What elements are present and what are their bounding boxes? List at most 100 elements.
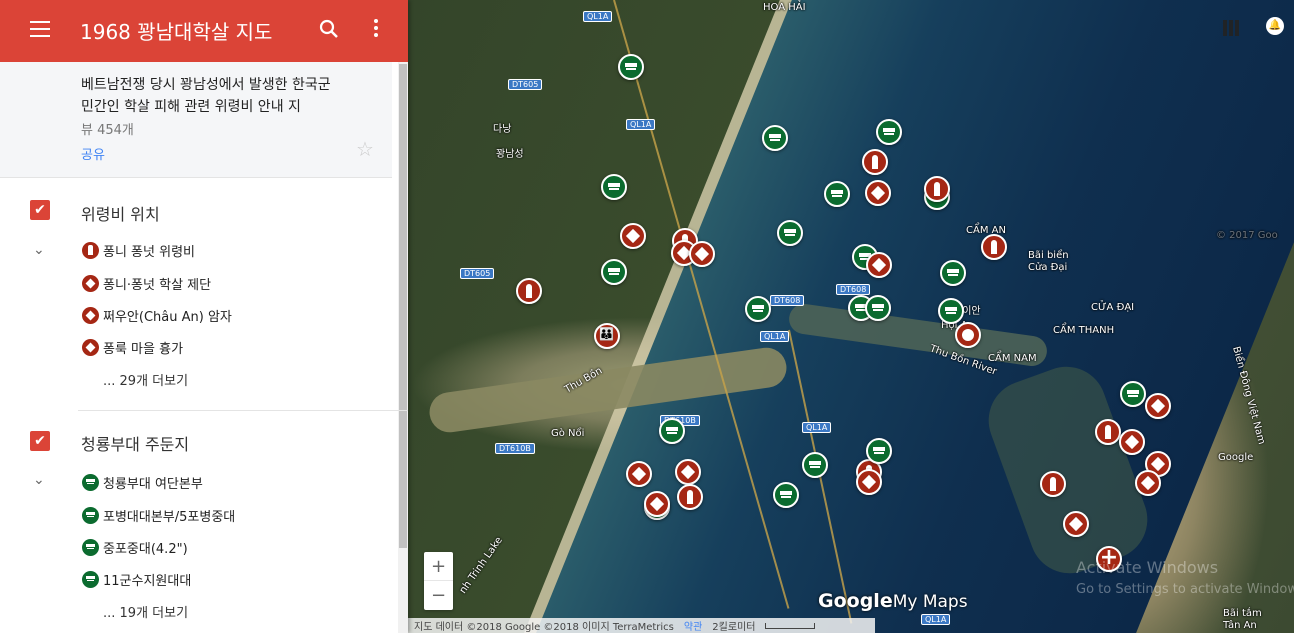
notification-icon[interactable]: 🔔 xyxy=(1266,17,1284,35)
show-more-link[interactable]: ... 29개 더보기 xyxy=(103,370,188,389)
item-label: 퐁니 퐁넛 위령비 xyxy=(103,245,195,260)
gun-map-marker[interactable] xyxy=(773,482,799,508)
list-item[interactable]: 11군수지원대대 xyxy=(82,570,191,589)
item-label: 포병대대본부/5포병중대 xyxy=(103,510,236,525)
list-item[interactable]: 중포중대(4.2") xyxy=(82,538,188,557)
gun-map-marker[interactable] xyxy=(762,125,788,151)
statue-map-marker[interactable] xyxy=(1095,419,1121,445)
watermark: Go to Settings to activate Windows xyxy=(1076,582,1294,597)
zoom-in-button[interactable]: + xyxy=(424,552,453,581)
road-shield: DT605 xyxy=(460,268,495,279)
diamond-map-marker[interactable] xyxy=(865,180,891,206)
road-shield: QL1A xyxy=(802,422,832,433)
description-text: 베트남전쟁 당시 꽝남성에서 발생한 한국군 민간인 학살 피해 관련 위령비 … xyxy=(81,77,331,115)
gun-map-marker[interactable] xyxy=(618,54,644,80)
search-icon[interactable] xyxy=(319,19,339,39)
divider xyxy=(78,410,408,411)
gun-map-marker[interactable] xyxy=(802,452,828,478)
diamond-map-marker[interactable] xyxy=(644,491,670,517)
diamond-map-marker[interactable] xyxy=(1063,511,1089,537)
gun-map-marker[interactable] xyxy=(659,418,685,444)
list-item[interactable]: 퐁니 퐁넛 위령비 xyxy=(82,241,195,260)
gun-map-marker[interactable] xyxy=(865,295,891,321)
map-place-label: Biển Đông Việt Nam xyxy=(1230,345,1267,446)
share-link[interactable]: 공유 xyxy=(81,144,105,163)
diamond-marker-icon xyxy=(82,307,99,324)
zoom-out-button[interactable]: − xyxy=(424,581,453,610)
gun-marker-icon xyxy=(82,539,99,556)
diamond-map-marker[interactable] xyxy=(689,241,715,267)
map-place-label: 꽝남성 xyxy=(496,149,524,160)
diamond-map-marker[interactable] xyxy=(1135,470,1161,496)
gun-map-marker[interactable] xyxy=(1120,381,1146,407)
gun-map-marker[interactable] xyxy=(876,119,902,145)
road-shield: QL1A xyxy=(921,614,951,625)
map-place-label: © 2017 Goo xyxy=(1216,230,1278,241)
map-place-label: HOA HẢI xyxy=(763,2,806,13)
road-shield: DT608 xyxy=(836,284,871,295)
gun-map-marker[interactable] xyxy=(745,296,771,322)
map-canvas[interactable]: HOA HẢI다낭꽝남성Gò Nổi호이안Hội AnCẨM ANBãi biể… xyxy=(408,0,1294,633)
diamond-marker-icon xyxy=(82,339,99,356)
map-place-label: CỬA ĐẠI xyxy=(1091,302,1135,313)
attribution-text: 지도 데이터 ©2018 Google ©2018 이미지 TerraMetri… xyxy=(414,622,674,633)
road-shield: DT610B xyxy=(495,443,535,454)
side-panel: 1968 꽝남대학살 지도 베트남전쟁 당시 꽝남성에서 발생한 한국군 민간인… xyxy=(0,0,408,633)
gun-marker-icon xyxy=(82,571,99,588)
gun-map-marker[interactable] xyxy=(601,259,627,285)
item-label: 중포중대(4.2") xyxy=(103,542,188,557)
road-shield: DT605 xyxy=(508,79,543,90)
item-label: 청룡부대 여단본부 xyxy=(103,477,203,492)
diamond-map-marker[interactable] xyxy=(856,469,882,495)
list-item[interactable]: 포병대대본부/5포병중대 xyxy=(82,506,235,525)
star-icon[interactable]: ☆ xyxy=(356,137,374,161)
list-item[interactable]: 퐁니·퐁넛 학살 제단 xyxy=(82,274,211,293)
google-my-maps-logo: GoogleMy Maps xyxy=(818,590,968,612)
gun-map-marker[interactable] xyxy=(824,181,850,207)
more-options-icon[interactable] xyxy=(373,19,379,39)
list-item[interactable]: 퐁룩 마을 흉가 xyxy=(82,338,183,357)
watermark: Activate Windows xyxy=(1076,558,1219,577)
gun-map-marker[interactable] xyxy=(938,298,964,324)
map-place-label: Bãi tắm xyxy=(1223,608,1262,619)
gun-marker-icon xyxy=(82,507,99,524)
diamond-map-marker[interactable] xyxy=(620,223,646,249)
list-item[interactable]: 청룡부대 여단본부 xyxy=(82,473,203,492)
gun-map-marker[interactable] xyxy=(866,438,892,464)
logo-google: Google xyxy=(818,590,893,612)
logo-my-maps: My Maps xyxy=(892,592,968,612)
diamond-map-marker[interactable] xyxy=(626,461,652,487)
map-place-label: Tân An xyxy=(1223,620,1257,631)
statue-map-marker[interactable] xyxy=(862,149,888,175)
statue-map-marker[interactable] xyxy=(981,234,1007,260)
chevron-down-icon[interactable]: ⌄ xyxy=(33,242,45,258)
diamond-map-marker[interactable] xyxy=(675,459,701,485)
diamond-map-marker[interactable] xyxy=(1119,429,1145,455)
map-title: 1968 꽝남대학살 지도 xyxy=(80,20,273,44)
scale-label: 2킬로미터 xyxy=(712,622,756,633)
statue-map-marker[interactable] xyxy=(677,484,703,510)
map-place-label: CẨM NAM xyxy=(988,353,1037,364)
diamond-map-marker[interactable] xyxy=(866,252,892,278)
layer-checkbox[interactable]: ✔ xyxy=(30,200,50,220)
item-label: 11군수지원대대 xyxy=(103,574,192,589)
statue-map-marker[interactable] xyxy=(1040,471,1066,497)
list-item[interactable]: 쩌우안(Châu An) 암자 xyxy=(82,306,232,325)
app-header: 1968 꽝남대학살 지도 xyxy=(0,0,408,62)
menu-icon[interactable] xyxy=(30,21,50,37)
statue-map-marker[interactable] xyxy=(516,278,542,304)
gun-map-marker[interactable] xyxy=(601,174,627,200)
statue-map-marker[interactable] xyxy=(924,176,950,202)
circle-map-marker[interactable] xyxy=(955,322,981,348)
people-map-marker[interactable] xyxy=(594,323,620,349)
road-shield: QL1A xyxy=(760,331,790,342)
scrollbar[interactable] xyxy=(398,62,408,633)
gun-map-marker[interactable] xyxy=(940,260,966,286)
diamond-map-marker[interactable] xyxy=(1145,393,1171,419)
show-more-link[interactable]: ... 19개 더보기 xyxy=(103,602,188,621)
terms-link[interactable]: 약관 xyxy=(684,618,702,633)
gun-map-marker[interactable] xyxy=(777,220,803,246)
apps-icon[interactable] xyxy=(1223,20,1239,36)
layer-checkbox[interactable]: ✔ xyxy=(30,431,50,451)
chevron-down-icon[interactable]: ⌄ xyxy=(33,472,45,488)
